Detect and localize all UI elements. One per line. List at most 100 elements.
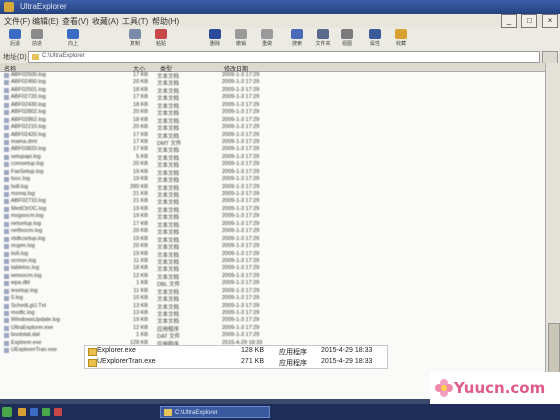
title-bar: UltraExplorer [0, 0, 560, 14]
toolbar-copy-button[interactable]: 复制 [124, 29, 146, 49]
menu-edit[interactable]: 编辑(E) [32, 16, 59, 27]
menu-file[interactable]: 文件(F) [4, 16, 30, 27]
file-icon [4, 162, 9, 168]
file-icon [4, 288, 9, 294]
table-row[interactable]: UltraExplorer.exe 12 KB 应用程序 2009-1-3 17:29 [0, 325, 545, 333]
file-size: 1 KB [136, 332, 148, 339]
toolbar: 后退 前进 向上 复制 粘贴 删除 撤销 重做 搜索 文件夹 视图 属性 收藏 [0, 28, 560, 51]
toolbar-properties-button[interactable]: 属性 [364, 29, 386, 49]
table-row[interactable]: ntdtcsetup.log 19 KB 文本文档 2009-1-3 17:29 [0, 236, 545, 244]
file-icon [4, 281, 9, 287]
table-row[interactable]: ABF02710.log 21 KB 文本文档 2009-1-3 17:29 [0, 198, 545, 206]
file-name: lsdl.log [11, 183, 29, 190]
start-button[interactable] [2, 407, 12, 417]
file-date: 2009-1-3 17:29 [222, 183, 260, 190]
table-row[interactable]: setupapi.log 5 KB 文本文档 2009-1-3 17:29 [0, 153, 545, 162]
file-size: 21 KB [133, 191, 148, 197]
minimize-button[interactable]: _ [500, 14, 517, 28]
list-item[interactable]: UExplorerTran.exe 271 KB 应用程序 2015-4-29 … [85, 357, 387, 368]
table-row[interactable]: lsdl.log 280 KB 文本文档 2009-1-3 17:29 [0, 183, 545, 192]
properties-icon [369, 29, 381, 39]
close-button[interactable]: × [542, 14, 558, 28]
table-row[interactable]: comsetup.log 20 KB 文本文档 2009-1-3 17:29 [0, 161, 545, 169]
file-icon [4, 258, 9, 264]
file-name: wmsocm.log [11, 272, 42, 279]
file-name: ABF02500.log [11, 72, 46, 78]
table-row[interactable]: SchedLgU.Txt 13 KB 文本文档 2009-1-3 17:29 [0, 303, 545, 311]
window-controls: _ □ × [499, 14, 558, 28]
toolbar-up-arrow-button[interactable]: 向上 [62, 29, 84, 49]
list-item[interactable]: Explorer.exe 128 KB 应用程序 2015-4-29 18:33 [85, 346, 387, 357]
toolbar-favorites-button[interactable]: 收藏 [390, 29, 412, 49]
toolbar-delete-button[interactable]: 删除 [204, 29, 226, 49]
table-row[interactable]: ABF02420.log 17 KB 文本文档 2009-1-3 17:29 [0, 132, 545, 140]
address-bar: 地址(D) C:\UltraExplorer [0, 50, 560, 64]
table-row[interactable]: netfxocm.log 20 KB 文本文档 2009-1-3 17:29 [0, 228, 545, 236]
file-date: 2009-1-3 17:29 [222, 317, 260, 324]
table-row[interactable]: ocmsn.log 11 KB 文本文档 2009-1-3 17:29 [0, 257, 545, 266]
table-row[interactable]: iesetup.log 11 KB 文本文档 2009-1-3 17:29 [0, 288, 545, 296]
table-row[interactable]: ABF02430.log 18 KB 文本文档 2009-1-3 17:29 [0, 102, 545, 110]
file-icon [4, 102, 9, 108]
menu-help[interactable]: 帮助(H) [152, 16, 179, 27]
table-row[interactable]: wmsocm.log 12 KB 文本文档 2009-1-3 17:29 [0, 272, 545, 281]
taskbar-window-button[interactable]: C:\UltraExplorer [160, 406, 270, 418]
table-row[interactable]: iis6.log 19 KB 文本文档 2009-1-3 17:29 [0, 250, 545, 259]
toolbar-redo-button[interactable]: 重做 [256, 29, 278, 49]
table-row[interactable]: MedCtrOC.log 19 KB 文本文档 2009-1-3 17:29 [0, 206, 545, 214]
table-row[interactable]: tabletoc.log 18 KB 文本文档 2009-1-3 17:29 [0, 265, 545, 273]
file-date: 2009-1-3 17:29 [222, 228, 260, 235]
table-row[interactable]: ABF02450.log 20 KB 文本文档 2009-1-3 17:29 [0, 79, 545, 87]
table-row[interactable]: netsetup.log 17 KB 文本文档 2009-1-3 17:29 [0, 221, 545, 229]
toolbar-search-button[interactable]: 搜索 [286, 29, 308, 49]
table-row[interactable]: WindowsUpdate.log 19 KB 文本文档 2009-1-3 17:29 [0, 317, 545, 325]
menu-favorites[interactable]: 收藏(A) [92, 16, 119, 27]
vertical-scrollbar[interactable] [545, 63, 560, 399]
file-icon [4, 73, 9, 78]
table-row[interactable]: ABF02862.log 18 KB 文本文档 2009-1-3 17:29 [0, 117, 545, 125]
toolbar-undo-button[interactable]: 撤销 [230, 29, 252, 49]
toolbar-back-arrow-button[interactable]: 后退 [4, 29, 26, 49]
address-input[interactable]: C:\UltraExplorer [28, 51, 540, 63]
toolbar-paste-button[interactable]: 粘贴 [150, 29, 172, 49]
quicklaunch-icon[interactable] [18, 408, 26, 416]
file-name: UExplorerTran.exe [11, 347, 57, 354]
toolbar-forward-arrow-button[interactable]: 前进 [26, 29, 48, 49]
table-row[interactable]: ABF02500.log 17 KB 文本文档 2009-1-3 17:29 [0, 72, 545, 80]
quicklaunch-icon[interactable] [30, 408, 38, 416]
file-size: 18 KB [133, 265, 148, 272]
table-row[interactable]: msmq.log 21 KB 文本文档 2009-1-3 17:29 [0, 191, 545, 199]
copy-icon [129, 29, 141, 39]
file-date: 2009-1-3 17:29 [222, 257, 260, 264]
table-row[interactable]: ocgen.log 20 KB 文本文档 2009-1-3 17:29 [0, 243, 545, 251]
menu-tools[interactable]: 工具(T) [122, 16, 148, 27]
table-row[interactable]: tsoc.log 19 KB 文本文档 2009-1-3 17:29 [0, 176, 545, 184]
table-row[interactable]: ABF02210.log 20 KB 文本文档 2009-1-3 17:29 [0, 124, 545, 132]
table-row[interactable]: ABF02501.log 18 KB 文本文档 2009-1-3 17:29 [0, 87, 545, 95]
file-size: 17 KB [133, 72, 148, 78]
table-row[interactable]: wpa.dbl 1 KB DBL 文件 2009-1-3 17:29 [0, 280, 545, 288]
menu-view[interactable]: 查看(V) [62, 16, 89, 27]
table-row[interactable]: FaxSetup.log 19 KB 文本文档 2009-1-3 17:29 [0, 169, 545, 177]
quicklaunch-icon[interactable] [42, 408, 50, 416]
maximize-button[interactable]: □ [521, 14, 538, 28]
back-arrow-icon [9, 29, 21, 39]
file-icon [4, 333, 9, 339]
table-row[interactable]: ABF03820.log 17 KB 文本文档 2009-1-3 17:29 [0, 146, 545, 154]
toolbar-view-button[interactable]: 视图 [336, 29, 358, 49]
address-label: 地址(D) [3, 54, 27, 61]
forward-arrow-icon [31, 29, 43, 39]
table-row[interactable]: ABF02802.log 20 KB 文本文档 2009-1-3 17:29 [0, 109, 545, 117]
file-size: 19 KB [133, 250, 148, 257]
toolbar-folder-button[interactable]: 文件夹 [312, 29, 334, 49]
quicklaunch-icon[interactable] [54, 408, 62, 416]
table-row[interactable]: mama.dmt 17 KB DMT 文件 2009-1-3 17:29 [0, 139, 545, 147]
file-name: setupapi.log [11, 153, 41, 160]
table-row[interactable]: msdtc.log 13 KB 文本文档 2009-1-3 17:29 [0, 310, 545, 318]
file-icon [4, 266, 9, 272]
table-row[interactable]: 0.log 10 KB 文本文档 2009-1-3 17:29 [0, 295, 545, 303]
flower-logo-icon [435, 379, 453, 397]
table-row[interactable]: ABF02720.log 17 KB 文本文档 2009-1-3 17:29 [0, 94, 545, 102]
table-row[interactable]: bootstat.dat 1 KB DAT 文件 2009-1-3 17:29 [0, 332, 545, 340]
table-row[interactable]: msgsocm.log 19 KB 文本文档 2009-1-3 17:29 [0, 213, 545, 221]
